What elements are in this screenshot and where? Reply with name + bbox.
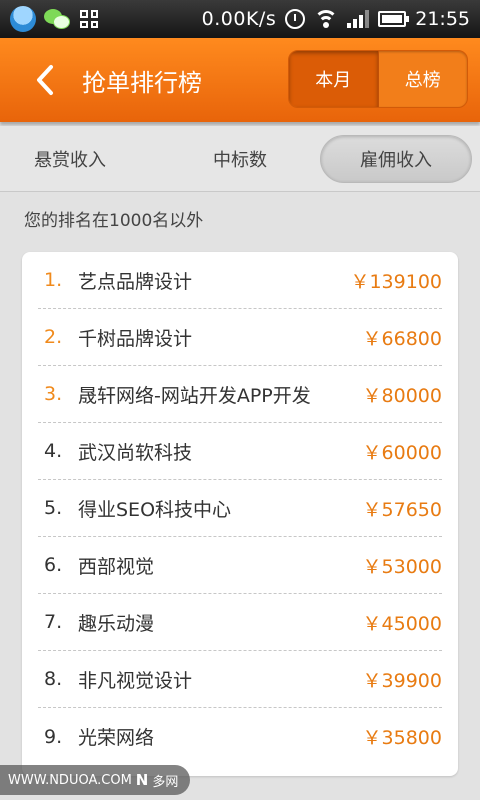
category-tabs: 悬赏收入 中标数 雇佣收入 [0,126,480,192]
company-name: 晟轩网络-网站开发APP开发 [78,384,311,407]
income-amount: ￥53000 [362,555,442,578]
income-amount: ￥60000 [362,441,442,464]
alarm-icon [285,9,306,29]
status-bar: 0.00K/s 21:55 [0,0,480,38]
list-item[interactable]: 5. 得业SEO科技中心 ￥57650 [38,480,442,537]
company-name: 趣乐动漫 [78,612,155,635]
rank-number: 5. [44,497,63,519]
period-switch: 本月 总榜 [288,50,468,108]
ranking-list: 1. 艺点品牌设计 ￥139100 2. 千树品牌设计 ￥66800 3. 晟轩… [22,252,458,776]
income-amount: ￥57650 [362,498,442,521]
rank-number: 6. [44,554,63,576]
company-name: 西部视觉 [78,555,155,578]
chevron-left-icon [37,65,53,95]
income-amount: ￥66800 [362,327,442,350]
watermark-site: WWW.NDUOA.COM [8,772,132,788]
tab-reward-income[interactable]: 悬赏收入 [0,135,140,183]
battery-icon [378,11,410,27]
list-item[interactable]: 1. 艺点品牌设计 ￥139100 [38,252,442,309]
list-item[interactable]: 8. 非凡视觉设计 ￥39900 [38,651,442,708]
company-name: 非凡视觉设计 [78,669,193,692]
grid-icon [80,10,98,28]
company-name: 艺点品牌设计 [78,270,193,293]
network-speed: 0.00K/s [201,8,277,30]
clock: 21:55 [415,8,470,30]
watermark-brand: 多网 [152,774,179,790]
signal-icon [347,10,370,28]
company-name: 得业SEO科技中心 [78,498,232,521]
rank-number: 8. [44,668,63,690]
list-item[interactable]: 7. 趣乐动漫 ￥45000 [38,594,442,651]
wifi-icon [314,10,339,28]
site-watermark: WWW.NDUOA.COM N 多网 [0,765,190,795]
income-amount: ￥45000 [362,612,442,635]
company-name: 武汉尚软科技 [78,441,193,464]
rank-number: 7. [44,611,63,633]
rank-number: 4. [44,440,63,462]
tab-all-time[interactable]: 总榜 [379,51,468,107]
rank-number: 1. [44,269,63,291]
my-rank-note: 您的排名在1000名以外 [24,211,204,231]
list-item[interactable]: 4. 武汉尚软科技 ￥60000 [38,423,442,480]
tab-hire-income[interactable]: 雇佣收入 [320,134,472,183]
company-name: 千树品牌设计 [78,327,193,350]
income-amount: ￥139100 [350,270,442,293]
list-item[interactable]: 2. 千树品牌设计 ￥66800 [38,309,442,366]
back-button[interactable] [20,50,70,110]
list-item[interactable]: 6. 西部视觉 ￥53000 [38,537,442,594]
rank-number: 3. [44,383,63,405]
app-header: 抢单排行榜 本月 总榜 [0,38,480,122]
rank-number: 9. [44,725,63,748]
income-amount: ￥80000 [362,384,442,407]
page-title: 抢单排行榜 [82,68,202,97]
tab-bid-count[interactable]: 中标数 [140,135,340,183]
income-amount: ￥35800 [362,727,442,749]
qq-icon [10,6,36,32]
income-amount: ￥39900 [362,669,442,692]
rank-number: 2. [44,326,63,348]
list-item[interactable]: 9. 光荣网络 ￥35800 [38,708,442,765]
company-name: 光荣网络 [78,727,155,749]
watermark-mark: N [135,771,149,789]
wechat-icon [44,8,72,30]
tab-this-month[interactable]: 本月 [289,51,379,107]
list-item[interactable]: 3. 晟轩网络-网站开发APP开发 ￥80000 [38,366,442,423]
